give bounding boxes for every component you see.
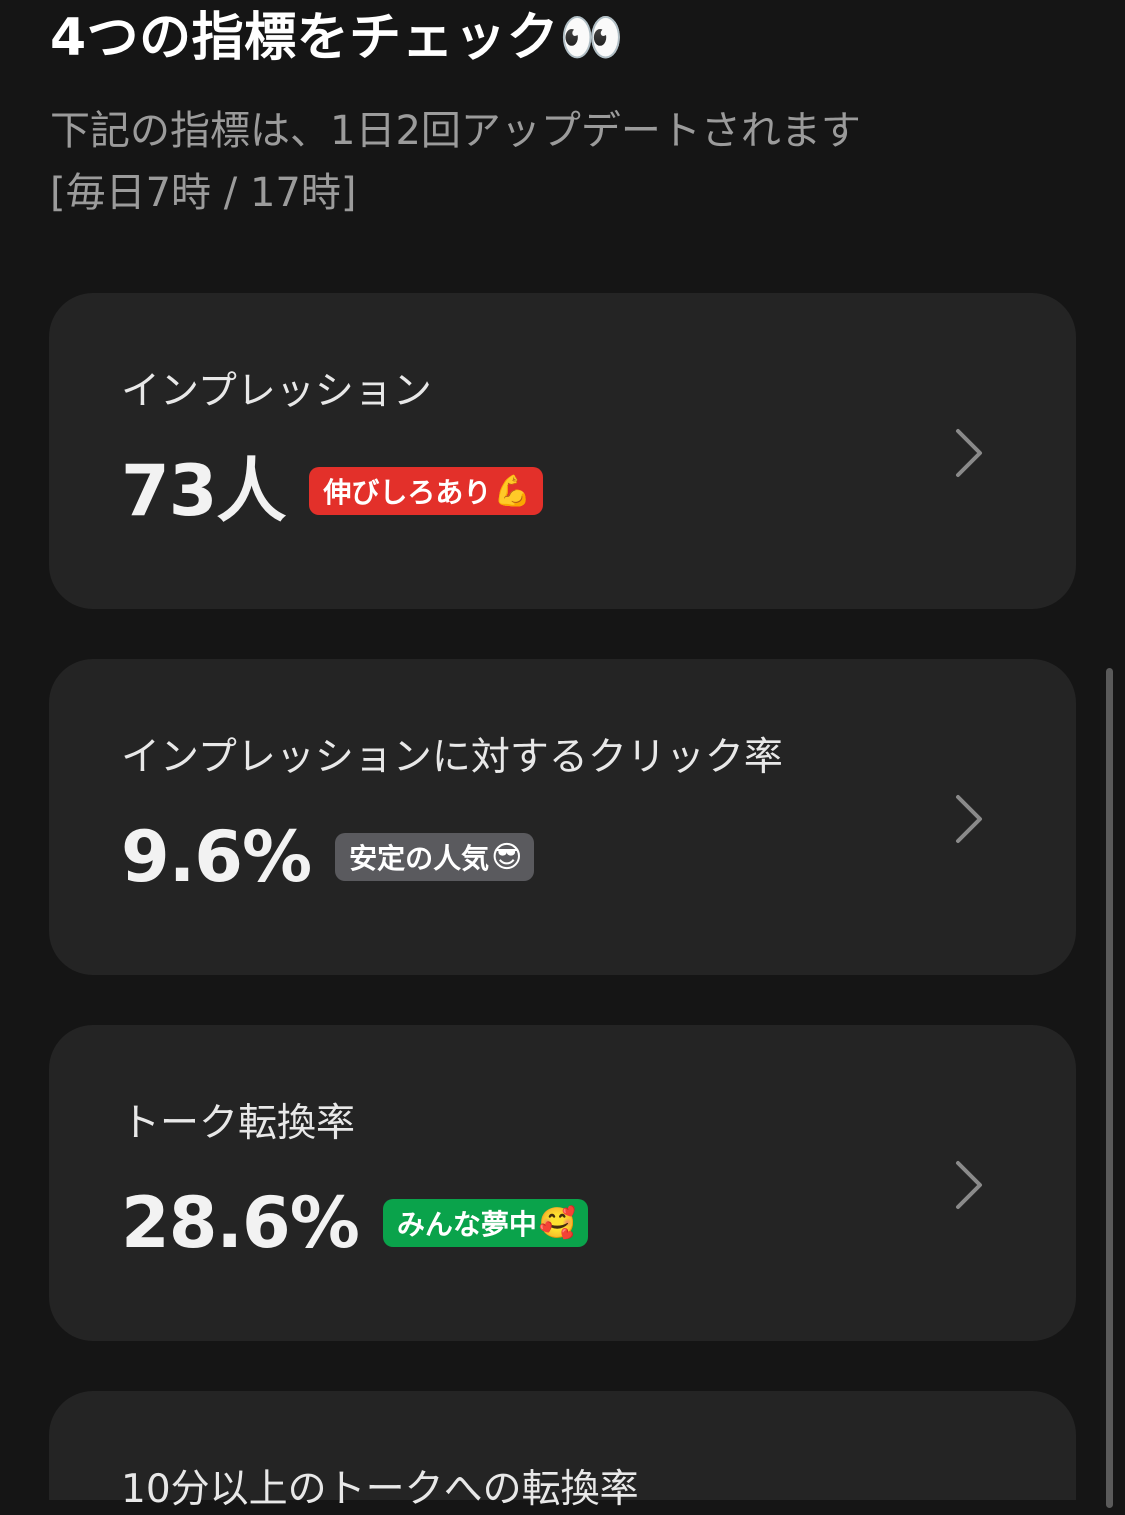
metric-label: インプレッション xyxy=(121,369,432,414)
status-badge: 安定の人気 😎 xyxy=(335,833,535,881)
status-badge-text: みんな夢中 xyxy=(396,1208,537,1241)
scrollbar[interactable] xyxy=(1106,668,1113,1508)
metric-card-long-talk-conversion[interactable]: 10分以上のトークへの転換率 xyxy=(49,1391,1076,1512)
status-badge: みんな夢中 🥰 xyxy=(382,1199,589,1247)
metric-card-impressions[interactable]: インプレッション 73人 伸びしろあり 💪 xyxy=(49,293,1076,609)
page-title: 4つの指標をチェック👀 xyxy=(50,8,625,68)
metric-value: 73人 xyxy=(121,450,286,532)
update-note: 下記の指標は、1日2回アップデートされます [毎日7時 / 17時] xyxy=(50,100,950,224)
metric-card-click-rate[interactable]: インプレッションに対するクリック率 9.6% 安定の人気 😎 xyxy=(49,659,1076,975)
chevron-right-icon xyxy=(956,429,982,477)
status-badge-text: 伸びしろあり xyxy=(323,476,492,509)
update-note-line2: [毎日7時 / 17時] xyxy=(50,170,357,216)
metric-card-talk-conversion[interactable]: トーク転換率 28.6% みんな夢中 🥰 xyxy=(49,1025,1076,1341)
smiling-face-with-hearts-icon: 🥰 xyxy=(538,1205,577,1241)
status-badge: 伸びしろあり 💪 xyxy=(309,467,543,515)
metric-label: インプレッションに対するクリック率 xyxy=(121,735,783,780)
update-note-line1: 下記の指標は、1日2回アップデートされます xyxy=(50,108,861,154)
chevron-right-icon xyxy=(956,795,982,843)
metric-value: 28.6% xyxy=(121,1182,360,1264)
metric-value: 9.6% xyxy=(121,816,312,898)
chevron-right-icon xyxy=(956,1161,982,1209)
status-badge-text: 安定の人気 xyxy=(349,842,490,875)
flexed-biceps-icon: 💪 xyxy=(493,473,531,509)
metric-label: 10分以上のトークへの転換率 xyxy=(121,1467,639,1512)
metric-label: トーク転換率 xyxy=(121,1101,356,1146)
sunglasses-face-icon: 😎 xyxy=(491,839,523,875)
